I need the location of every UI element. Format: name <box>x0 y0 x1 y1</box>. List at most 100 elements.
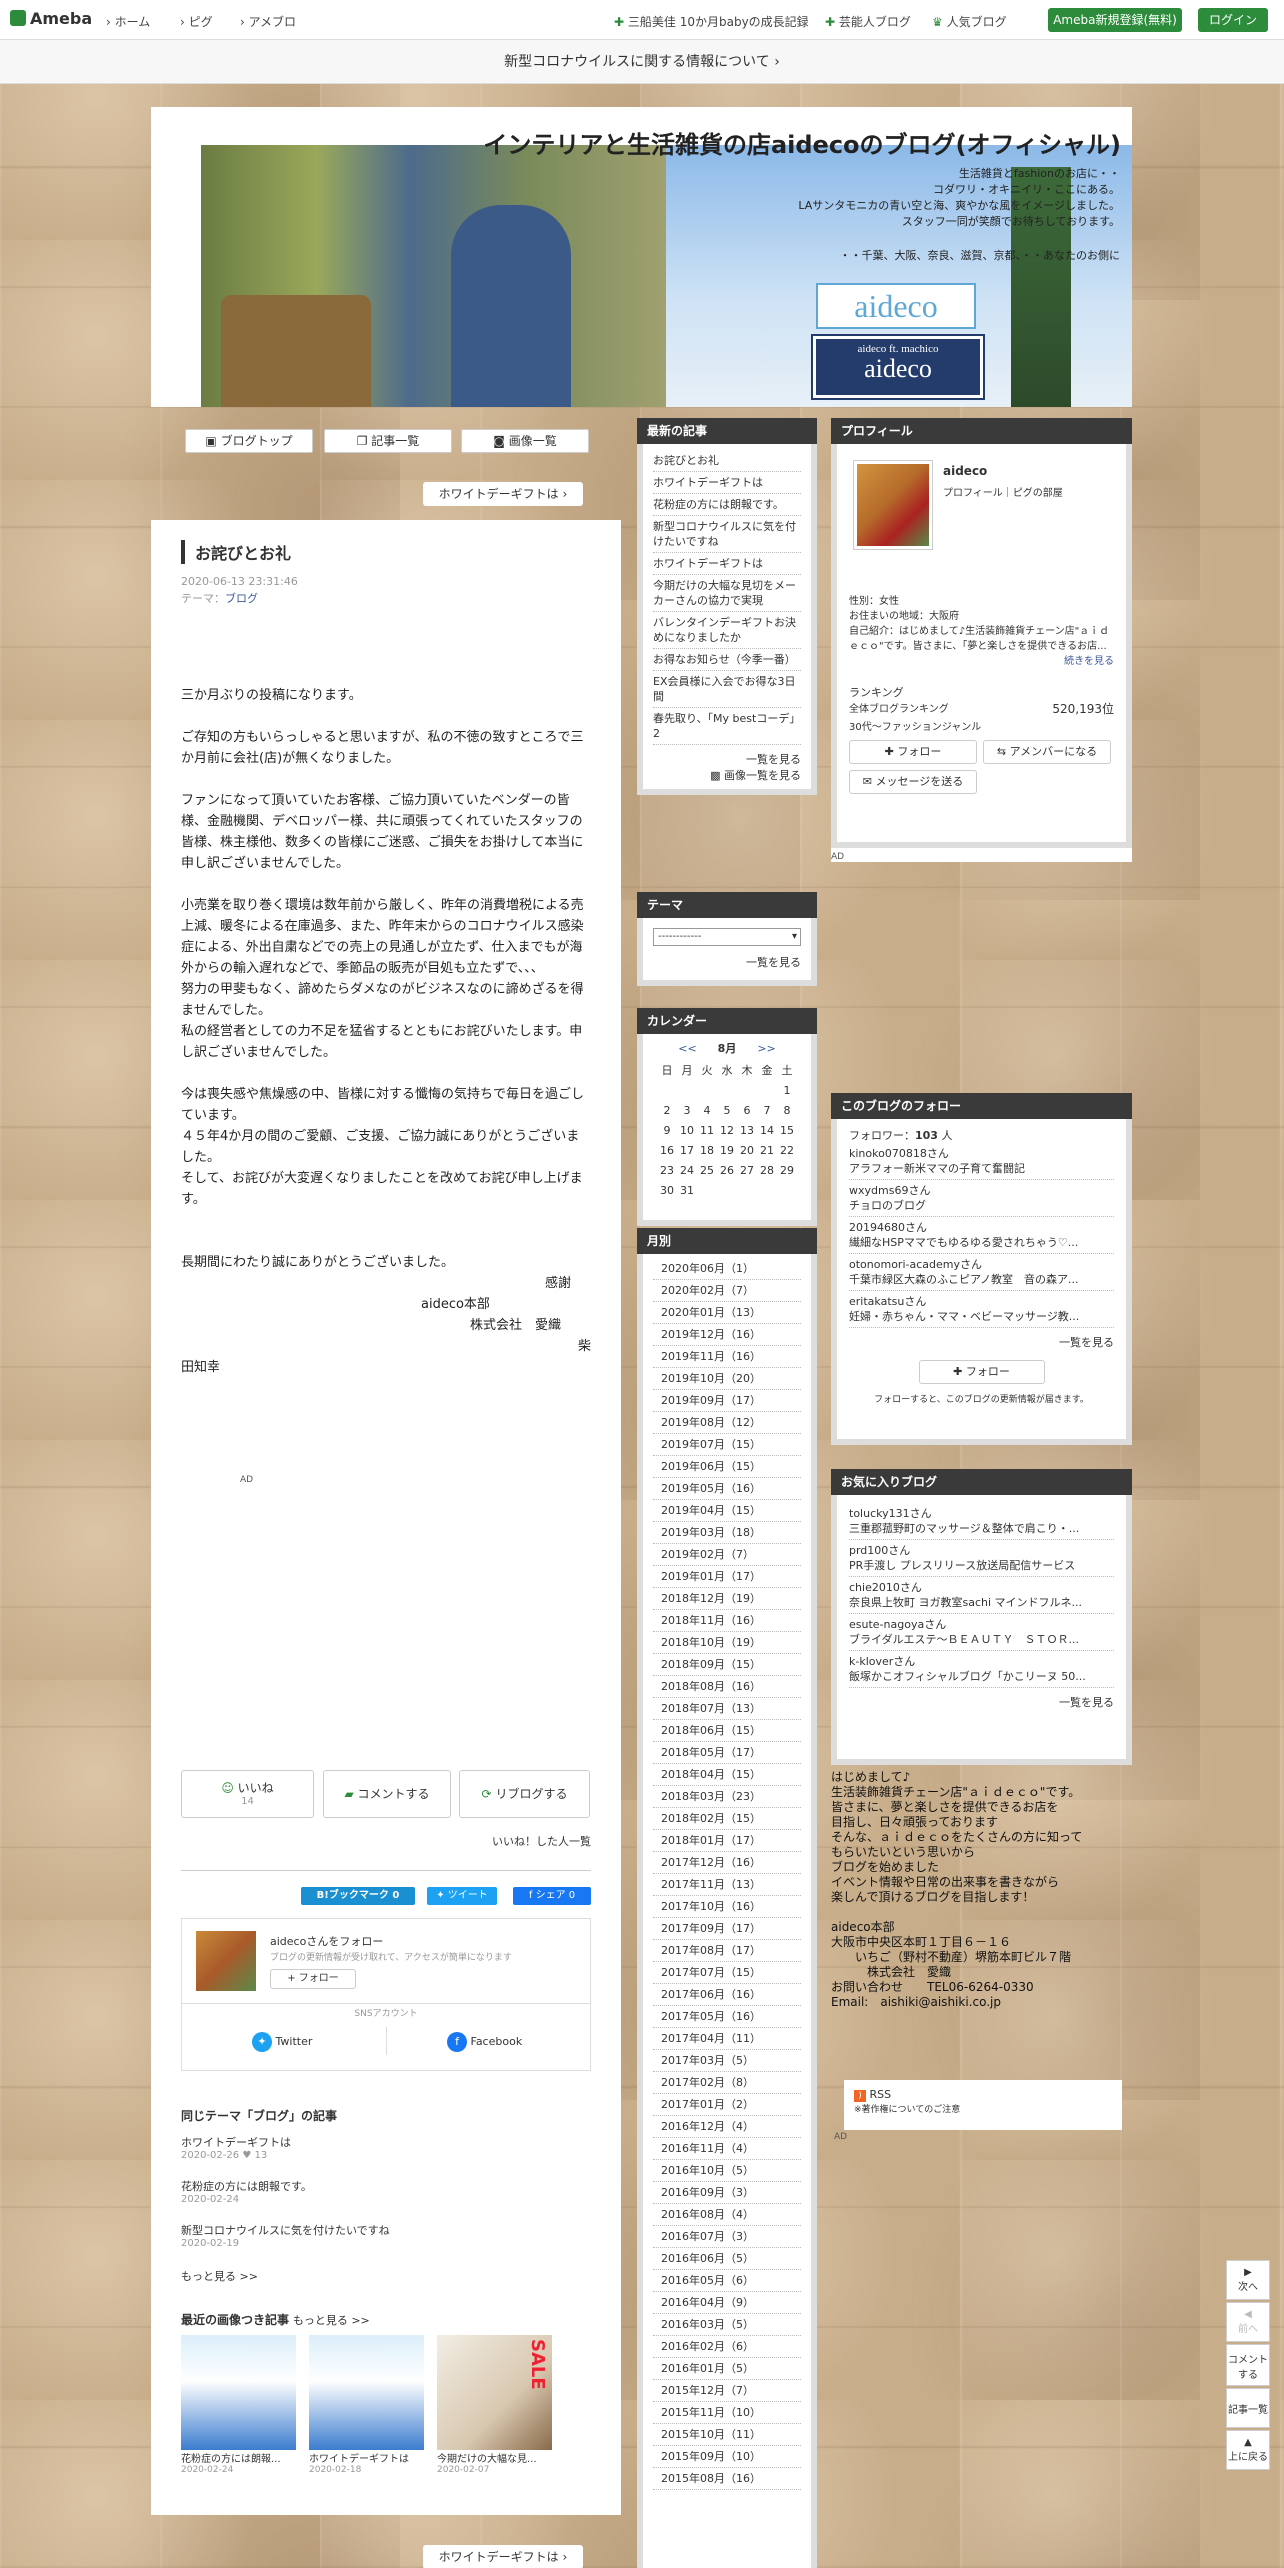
follow-button[interactable]: ✚ フォロー <box>849 740 977 764</box>
nav-pigg[interactable]: › ピグ <box>180 13 213 30</box>
list-item[interactable]: 2015年09月（10） <box>653 2446 801 2468</box>
list-item[interactable]: 2017年02月（8） <box>653 2072 801 2094</box>
list-item[interactable]: otonomori-academyさん 千葉市緑区大森のふこピアノ教室 音の森ア.… <box>849 1254 1114 1291</box>
list-item[interactable]: 2016年02月（6） <box>653 2336 801 2358</box>
liked-people-link[interactable]: いいね！した人一覧 <box>492 1833 591 1849</box>
ranking-genre[interactable]: 30代〜ファッションジャンル <box>849 718 981 733</box>
list-item[interactable]: 2017年10月（16） <box>653 1896 801 1918</box>
twitter-link[interactable]: ✦ Twitter <box>252 2032 312 2052</box>
list-item[interactable]: 2015年08月（16） <box>653 2468 801 2490</box>
list-item[interactable]: 2019年05月（16） <box>653 1478 801 1500</box>
covid-notice-link[interactable]: 新型コロナウイルスに関する情報について › <box>0 40 1284 84</box>
list-item[interactable]: 2019年06月（15） <box>653 1456 801 1478</box>
related-more-link[interactable]: もっと見る >> <box>181 2268 258 2284</box>
next-article-link-bottom[interactable]: ホワイトデーギフトは › <box>423 2545 583 2568</box>
related-item[interactable]: ホワイトデーギフトは 2020-02-26 ♥ 13 <box>181 2134 291 2161</box>
nav-popular-blog[interactable]: ♛ 人気ブログ <box>932 13 1007 30</box>
list-item[interactable]: 20194680さん 繊細なHSPママでもゆるゆる愛されちゃう♡... <box>849 1217 1114 1254</box>
list-item[interactable]: 2020年02月（7） <box>653 1280 801 1302</box>
list-item[interactable]: 今期だけの大幅な見切をメーカーさんの協力で実現 <box>653 575 801 612</box>
list-item[interactable]: chie2010さん 奈良県上牧町 ヨガ教室sachi マインドフルネ... <box>849 1577 1114 1614</box>
list-item[interactable]: お詫びとお礼 <box>653 450 801 472</box>
copyright-note[interactable]: ※著作権についてのご注意 <box>854 2102 1112 2115</box>
nav-celebrity-blog[interactable]: ✚ 芸能人ブログ <box>825 13 911 30</box>
list-item[interactable]: ホワイトデーギフトは <box>653 553 801 575</box>
nav-featured-blog[interactable]: ✚ 三船美佳 10か月babyの成長記録 <box>614 13 809 30</box>
list-item[interactable]: 2017年03月（5） <box>653 2050 801 2072</box>
list-item[interactable]: 2016年04月（9） <box>653 2292 801 2314</box>
theme-select[interactable]: ------------ ▾ <box>653 928 801 946</box>
list-item[interactable]: 2017年09月（17） <box>653 1918 801 1940</box>
list-item[interactable]: 2019年08月（12） <box>653 1412 801 1434</box>
signup-button[interactable]: Ameba新規登録(無料) <box>1048 8 1182 32</box>
tab-image-list[interactable]: ◙ 画像一覧 <box>461 429 589 453</box>
list-item[interactable]: 2017年06月（16） <box>653 1984 801 2006</box>
facebook-link[interactable]: f Facebook <box>447 2032 522 2052</box>
list-item[interactable]: 2016年06月（5） <box>653 2248 801 2270</box>
list-item[interactable]: 2018年02月（15） <box>653 1808 801 1830</box>
message-button[interactable]: ✉ メッセージを送る <box>849 770 977 794</box>
list-item[interactable]: 2017年08月（17） <box>653 1940 801 1962</box>
theme-link[interactable]: ブログ <box>225 592 258 605</box>
related-item[interactable]: 花粉症の方には朗報です。 2020-02-24 <box>181 2178 312 2205</box>
list-item[interactable]: 2018年05月（17） <box>653 1742 801 1764</box>
comment-float-button[interactable]: コメントする <box>1226 2344 1270 2386</box>
list-item[interactable]: 2018年06月（15） <box>653 1720 801 1742</box>
image-article-card[interactable]: ホワイトデーギフトは 2020-02-18 <box>309 2335 424 2475</box>
nav-ameblo[interactable]: › アメブロ <box>240 13 296 30</box>
list-item[interactable]: k-kloverさん 飯塚かこオフィシャルブログ「かこリーヌ 50... <box>849 1651 1114 1688</box>
list-item[interactable]: 2015年12月（7） <box>653 2380 801 2402</box>
list-item[interactable]: 新型コロナウイルスに気を付けたいですね <box>653 516 801 553</box>
list-item[interactable]: 2018年01月（17） <box>653 1830 801 1852</box>
ameba-logo[interactable]: Ameba <box>10 9 92 28</box>
hatena-bookmark-button[interactable]: B!ブックマーク 0 <box>301 1887 415 1905</box>
list-item[interactable]: 2016年09月（3） <box>653 2182 801 2204</box>
profile-more-link[interactable]: 続きを見る <box>849 654 1114 669</box>
list-item[interactable]: tolucky131さん 三重郡菰野町のマッサージ＆整体で肩こり・... <box>849 1503 1114 1540</box>
like-button[interactable]: ☺ いいね 14 <box>181 1770 314 1818</box>
favorites-more-link[interactable]: 一覧を見る <box>849 1694 1114 1710</box>
list-item[interactable]: バレンタインデーギフトお決めになりましたか <box>653 612 801 649</box>
list-item[interactable]: 2016年01月（5） <box>653 2358 801 2380</box>
list-item[interactable]: 2020年01月（13） <box>653 1302 801 1324</box>
list-item[interactable]: 2018年04月（15） <box>653 1764 801 1786</box>
blog-title[interactable]: インテリアと生活雑貨の店aidecoのブログ(オフィシャル) <box>441 125 1121 160</box>
calendar-prev[interactable]: << <box>678 1042 696 1055</box>
rss-link[interactable]: ) RSS <box>854 2088 1112 2102</box>
list-item[interactable]: 2016年10月（5） <box>653 2160 801 2182</box>
article-list-float-button[interactable]: 記事一覧 <box>1226 2388 1270 2428</box>
list-item[interactable]: 2017年05月（16） <box>653 2006 801 2028</box>
list-item[interactable]: prd100さん PR手渡し プレスリリース放送局配信サービス <box>849 1540 1114 1577</box>
next-article-button[interactable]: ▶ 次へ <box>1226 2260 1270 2300</box>
nav-home[interactable]: › ホーム <box>106 13 150 30</box>
comment-button[interactable]: ▰ コメントする <box>323 1770 451 1818</box>
prev-article-button[interactable]: ◀ 前へ <box>1226 2302 1270 2342</box>
list-item[interactable]: 2015年10月（11） <box>653 2424 801 2446</box>
list-item[interactable]: 春先取り、「My bestコーデ」2 <box>653 708 801 745</box>
profile-avatar[interactable] <box>853 460 933 550</box>
tab-blog-top[interactable]: ▣ ブログトップ <box>185 429 313 453</box>
list-item[interactable]: 2016年11月（4） <box>653 2138 801 2160</box>
list-item[interactable]: 2018年03月（23） <box>653 1786 801 1808</box>
list-item[interactable]: kinoko070818さん アラフォー新米ママの子育て奮闘記 <box>849 1143 1114 1180</box>
recent-more-link[interactable]: もっと見る >> <box>293 2314 370 2327</box>
theme-more-link[interactable]: 一覧を見る <box>653 954 801 970</box>
next-article-link[interactable]: ホワイトデーギフトは › <box>423 482 583 506</box>
list-item[interactable]: 2016年07月（3） <box>653 2226 801 2248</box>
amember-button[interactable]: ⇆ アメンバーになる <box>983 740 1111 764</box>
list-item[interactable]: 2019年10月（20） <box>653 1368 801 1390</box>
tab-article-list[interactable]: ❐ 記事一覧 <box>324 429 452 453</box>
list-item[interactable]: 2019年01月（17） <box>653 1566 801 1588</box>
list-item[interactable]: お得なお知らせ（今季一番） <box>653 649 801 671</box>
list-item[interactable]: 2016年12月（4） <box>653 2116 801 2138</box>
reblog-button[interactable]: ⟳ リブログする <box>459 1770 590 1818</box>
list-item[interactable]: 2016年08月（4） <box>653 2204 801 2226</box>
follow-button[interactable]: + フォロー <box>270 1969 356 1989</box>
image-article-card[interactable]: SALE 今期だけの大幅な見... 2020-02-07 <box>437 2335 552 2475</box>
calendar-next[interactable]: >> <box>757 1042 775 1055</box>
ranking-all[interactable]: 全体ブログランキング 520,193位 <box>849 700 1114 717</box>
list-item[interactable]: EX会員様に入会でお得な3日間 <box>653 671 801 708</box>
image-article-card[interactable]: 花粉症の方には朗報... 2020-02-24 <box>181 2335 296 2475</box>
list-item[interactable]: 2019年03月（18） <box>653 1522 801 1544</box>
profile-name[interactable]: aideco <box>943 464 987 478</box>
